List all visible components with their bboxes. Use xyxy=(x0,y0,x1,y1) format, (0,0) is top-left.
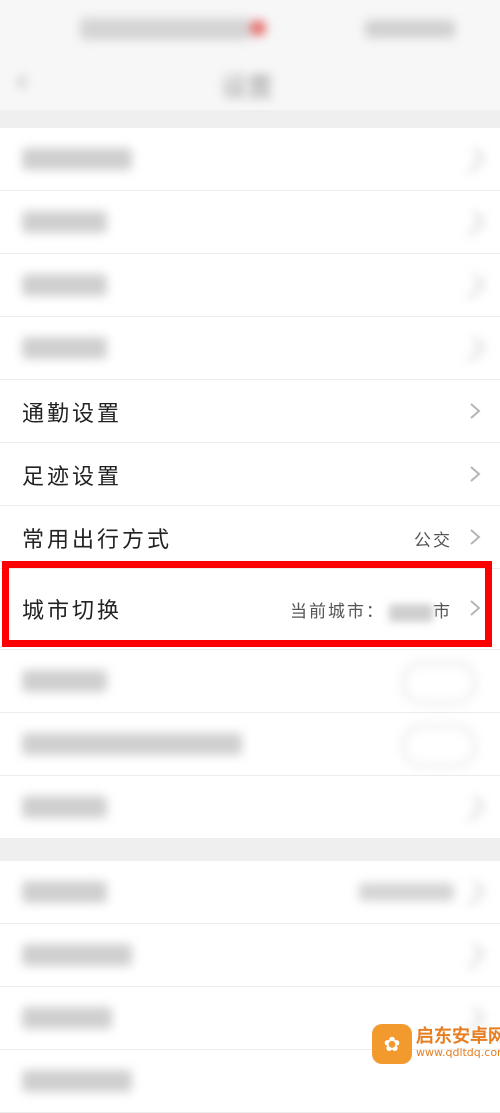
chevron-right-icon xyxy=(466,599,484,617)
settings-list: 通勤设置 足迹设置 常用出行方式 公交 城市切换 当前城市： 市 xyxy=(0,128,500,839)
blurred-setting-row[interactable] xyxy=(0,317,500,380)
chevron-right-icon xyxy=(459,795,486,822)
chevron-right-icon xyxy=(459,880,486,907)
blurred-setting-row[interactable] xyxy=(0,191,500,254)
city-name-blurred xyxy=(389,603,433,622)
toggle-switch[interactable] xyxy=(402,725,476,767)
back-arrow-icon[interactable]: ‹ xyxy=(16,67,42,97)
commute-settings-row[interactable]: 通勤设置 xyxy=(0,380,500,443)
blurred-label xyxy=(22,211,107,233)
blurred-label xyxy=(22,274,107,296)
chevron-right-icon xyxy=(459,336,486,363)
chevron-right-icon xyxy=(466,402,484,420)
current-city-value: 当前城市： 市 xyxy=(290,597,452,622)
commute-settings-label: 通勤设置 xyxy=(22,402,123,427)
chevron-right-icon xyxy=(459,273,486,300)
page-title: 设置 xyxy=(220,73,273,103)
blurred-label xyxy=(22,148,132,170)
blurred-toggle-row[interactable] xyxy=(0,650,500,713)
blurred-setting-row[interactable] xyxy=(0,128,500,191)
status-bar xyxy=(0,0,500,55)
watermark-name: 启东安卓网 xyxy=(416,1026,500,1047)
chevron-right-icon xyxy=(459,147,486,174)
blurred-label xyxy=(22,337,107,359)
blurred-label xyxy=(22,881,107,903)
blurred-label xyxy=(22,944,132,966)
blurred-label xyxy=(22,670,107,692)
chevron-right-icon xyxy=(459,943,486,970)
chevron-right-icon xyxy=(459,210,486,237)
chevron-right-icon xyxy=(466,528,484,546)
notification-dot xyxy=(250,20,266,36)
blurred-setting-row[interactable] xyxy=(0,861,500,924)
section-gap xyxy=(0,839,500,861)
watermark: ✿ 启东安卓网 www.qdltdq.com xyxy=(372,1020,500,1066)
blurred-label xyxy=(22,796,107,818)
status-right-blurred xyxy=(365,20,455,38)
status-left-blurred xyxy=(80,18,250,40)
blurred-setting-row[interactable] xyxy=(0,776,500,839)
nav-bar: ‹ 设置 xyxy=(0,55,500,110)
settings-list-secondary xyxy=(0,861,500,1113)
city-switch-row[interactable]: 城市切换 当前城市： 市 xyxy=(0,569,500,650)
travel-mode-row[interactable]: 常用出行方式 公交 xyxy=(0,506,500,569)
blurred-label xyxy=(22,1070,132,1092)
chevron-right-icon xyxy=(466,465,484,483)
city-switch-label: 城市切换 xyxy=(22,599,123,624)
travel-mode-label: 常用出行方式 xyxy=(22,528,173,553)
blurred-label xyxy=(22,733,242,755)
blurred-setting-row[interactable] xyxy=(0,924,500,987)
blurred-toggle-row[interactable] xyxy=(0,713,500,776)
current-city-prefix: 当前城市： xyxy=(290,602,385,622)
watermark-logo-icon: ✿ xyxy=(372,1024,412,1064)
section-gap xyxy=(0,110,500,128)
current-city-suffix: 市 xyxy=(433,602,452,622)
blurred-value xyxy=(359,883,454,901)
toggle-switch[interactable] xyxy=(402,662,476,704)
travel-mode-value: 公交 xyxy=(414,531,452,551)
blurred-label xyxy=(22,1007,112,1029)
blurred-setting-row[interactable] xyxy=(0,254,500,317)
footprint-settings-label: 足迹设置 xyxy=(22,465,123,490)
footprint-settings-row[interactable]: 足迹设置 xyxy=(0,443,500,506)
watermark-url: www.qdltdq.com xyxy=(416,1046,500,1059)
